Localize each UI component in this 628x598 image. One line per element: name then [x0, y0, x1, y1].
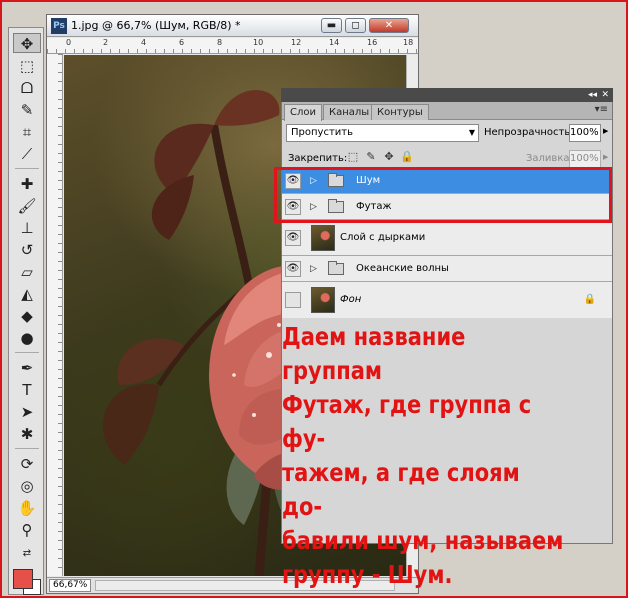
fill-slider-arrow-icon[interactable]: ▶ [603, 153, 608, 161]
horizontal-ruler[interactable]: 0 2 4 6 8 10 12 14 16 18 [47, 38, 418, 54]
marquee-tool-icon[interactable]: ⬚ [13, 56, 41, 76]
blur-tool-icon[interactable]: ◆ [13, 306, 41, 326]
screenshot-frame: ✥ ⬚ ᗝ ✎ ⌗ ⟋ ✚ 🖌 ⊥ ↺ ▱ ◭ ◆ ● ✒ T ➤ ✱ ⟳ ◎ … [0, 0, 628, 598]
ruler-mark: 4 [141, 38, 147, 47]
layer-row-background[interactable]: Фон 🔒 [282, 282, 612, 318]
eye-icon[interactable]: 👁 [285, 229, 301, 246]
layer-name: Слой с дырками [340, 231, 426, 243]
lock-icon: 🔒 [583, 294, 596, 305]
layer-thumbnail [311, 224, 335, 251]
ruler-mark: 16 [367, 38, 378, 47]
quick-selection-tool-icon[interactable]: ✎ [13, 100, 41, 120]
path-selection-tool-icon[interactable]: ➤ [13, 402, 41, 422]
vertical-ruler[interactable] [47, 54, 63, 576]
tab-channels[interactable]: Каналы [323, 104, 376, 120]
layer-name: Фон [340, 294, 362, 305]
opacity-field[interactable]: 100% [569, 124, 601, 142]
toolbox: ✥ ⬚ ᗝ ✎ ⌗ ⟋ ✚ 🖌 ⊥ ↺ ▱ ◭ ◆ ● ✒ T ➤ ✱ ⟳ ◎ … [8, 27, 44, 595]
3d-orbit-tool-icon[interactable]: ◎ [13, 476, 41, 496]
blend-mode-select[interactable]: Пропустить ▼ [286, 124, 479, 142]
document-title: 1.jpg @ 66,7% (Шум, RGB/8) * [71, 19, 241, 32]
ruler-mark: 12 [291, 38, 302, 47]
dodge-tool-icon[interactable]: ● [13, 328, 41, 348]
layer-name: Океанские волны [356, 262, 449, 274]
hand-tool-icon[interactable]: ✋ [13, 498, 41, 518]
opacity-label: Непрозрачность: [484, 127, 574, 138]
lock-position-icon[interactable]: ✥ [382, 150, 396, 164]
zoom-tool-icon[interactable]: ⚲ [13, 520, 41, 540]
eyedropper-tool-icon[interactable]: ⟋ [13, 144, 41, 164]
history-brush-tool-icon[interactable]: ↺ [13, 240, 41, 260]
clone-stamp-tool-icon[interactable]: ⊥ [13, 218, 41, 238]
pen-tool-icon[interactable]: ✒ [13, 358, 41, 378]
3d-rotate-tool-icon[interactable]: ⟳ [13, 454, 41, 474]
swap-colors-icon[interactable]: ⇄ [13, 544, 41, 564]
eye-icon[interactable]: 👁 [285, 260, 301, 277]
fill-label: Заливка: [526, 153, 573, 164]
collapse-panel-icon[interactable]: ◂◂ [588, 89, 597, 101]
lasso-tool-icon[interactable]: ᗝ [13, 78, 41, 98]
annotation-text: Даем название группам Футаж, где группа … [282, 322, 564, 589]
tab-layers[interactable]: Слои [284, 104, 322, 121]
zoom-field[interactable]: 66,67% [49, 579, 91, 592]
ruler-mark: 14 [329, 38, 340, 47]
layer-row-ocean-waves[interactable]: 👁 ▷ Океанские волны [282, 256, 612, 282]
panel-header-bar[interactable]: ◂◂ ✕ [281, 88, 613, 102]
type-tool-icon[interactable]: T [13, 380, 41, 400]
layer-row-holes[interactable]: 👁 Слой с дырками [282, 220, 612, 256]
fill-field[interactable]: 100% [569, 150, 601, 168]
blend-mode-value: Пропустить [291, 127, 353, 138]
triangle-right-icon[interactable]: ▷ [310, 263, 318, 275]
brush-tool-icon[interactable]: 🖌 [13, 196, 41, 216]
toolbox-divider [15, 168, 39, 169]
lock-label: Закрепить: [288, 153, 348, 164]
visibility-toggle[interactable] [285, 292, 301, 308]
foreground-color-swatch[interactable] [13, 569, 33, 589]
folder-icon [328, 260, 344, 275]
ruler-mark: 0 [66, 38, 72, 47]
ruler-mark: 10 [253, 38, 264, 47]
tab-paths[interactable]: Контуры [371, 104, 429, 120]
ruler-mark: 8 [217, 38, 223, 47]
document-title-bar[interactable]: Ps 1.jpg @ 66,7% (Шум, RGB/8) * ▬ ◻ ✕ [47, 15, 418, 37]
crop-tool-icon[interactable]: ⌗ [13, 122, 41, 142]
paint-bucket-tool-icon[interactable]: ◭ [13, 284, 41, 304]
toolbox-divider [15, 448, 39, 449]
layer-thumbnail [311, 287, 335, 313]
close-panel-icon[interactable]: ✕ [601, 89, 609, 101]
eraser-tool-icon[interactable]: ▱ [13, 262, 41, 282]
opacity-slider-arrow-icon[interactable]: ▶ [603, 127, 608, 135]
toolbox-divider [15, 352, 39, 353]
healing-brush-tool-icon[interactable]: ✚ [13, 174, 41, 194]
highlight-box [274, 167, 612, 223]
shape-tool-icon[interactable]: ✱ [13, 424, 41, 444]
ruler-mark: 6 [179, 38, 185, 47]
panel-tabs: Слои Каналы Контуры ▾≡ [282, 102, 612, 121]
ruler-mark: 2 [103, 38, 109, 47]
photoshop-icon: Ps [51, 18, 67, 34]
close-button[interactable]: ✕ [369, 18, 409, 33]
dropdown-arrow-icon: ▼ [468, 128, 475, 137]
panel-menu-icon[interactable]: ▾≡ [595, 104, 608, 115]
restore-button[interactable]: ◻ [345, 18, 366, 33]
move-tool-icon[interactable]: ✥ [13, 33, 41, 53]
lock-pixels-icon[interactable]: ✎ [364, 150, 378, 164]
minimize-button[interactable]: ▬ [321, 18, 342, 33]
lock-transparency-icon[interactable]: ⬚ [346, 150, 360, 164]
ruler-mark: 18 [403, 38, 414, 47]
lock-all-icon[interactable]: 🔒 [400, 150, 414, 164]
